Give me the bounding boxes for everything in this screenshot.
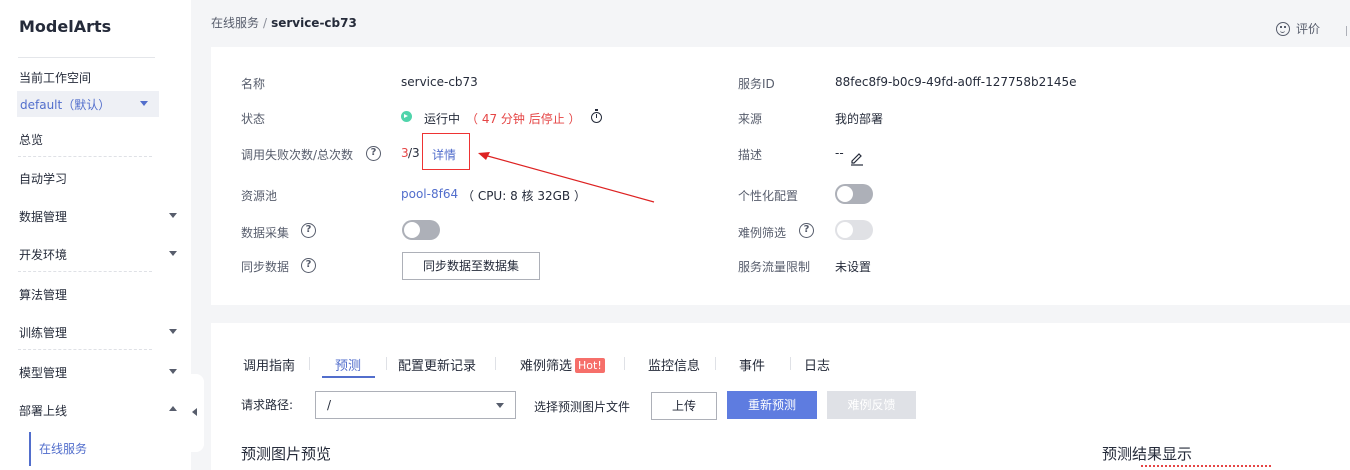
- sidebar-item-model-management[interactable]: 模型管理: [19, 364, 152, 381]
- breadcrumb-parent-link[interactable]: 在线服务: [211, 16, 259, 30]
- hot-badge: Hot!: [575, 358, 605, 373]
- tab-events[interactable]: 事件: [739, 355, 765, 374]
- hard-example-toggle: [835, 220, 873, 240]
- hard-example-label: 难例筛选: [738, 226, 787, 240]
- source-label: 来源: [738, 112, 763, 126]
- chevron-down-icon[interactable]: [169, 213, 177, 218]
- sidebar-item-overview[interactable]: 总览: [19, 131, 152, 148]
- help-icon[interactable]: ?: [366, 146, 381, 161]
- name-label: 名称: [241, 77, 266, 91]
- service-id-label: 服务ID: [738, 77, 775, 91]
- sidebar-item-auto-learning[interactable]: 自动学习: [19, 170, 152, 187]
- request-path-value: /: [327, 398, 332, 412]
- feedback-button[interactable]: 评价: [1276, 20, 1320, 37]
- tab-config-history[interactable]: 配置更新记录: [398, 355, 476, 374]
- divider: [495, 357, 496, 370]
- data-collection-toggle[interactable]: [402, 220, 440, 240]
- chevron-up-icon[interactable]: [169, 406, 177, 411]
- divider: [715, 357, 716, 370]
- workspace-value: default（默认）: [20, 98, 111, 112]
- tab-hard-example-label: 难例筛选: [520, 359, 573, 374]
- source-value: 我的部署: [835, 112, 884, 126]
- sidebar-item-deployment[interactable]: 部署上线: [19, 402, 152, 419]
- sidebar-item-data-management[interactable]: 数据管理: [19, 208, 152, 225]
- divider: [1346, 26, 1347, 36]
- preview-title: 预测图片预览: [241, 445, 332, 463]
- help-icon[interactable]: ?: [799, 223, 814, 238]
- edit-icon[interactable]: [849, 150, 865, 166]
- help-icon[interactable]: ?: [301, 258, 316, 273]
- resource-pool-link[interactable]: pool-8f64: [401, 187, 458, 201]
- traffic-limit-value: 未设置: [835, 260, 872, 274]
- workspace-select[interactable]: default（默认）: [17, 91, 159, 117]
- description-value: --: [835, 146, 844, 160]
- sidebar-item-online-service[interactable]: 在线服务: [39, 440, 87, 457]
- annotation-box: [422, 133, 470, 170]
- active-indicator: [29, 432, 31, 466]
- divider: [309, 357, 310, 370]
- divider: [18, 57, 155, 58]
- breadcrumb: 在线服务 / service-cb73: [211, 14, 357, 31]
- tab-guide[interactable]: 调用指南: [243, 355, 295, 374]
- divider: [386, 357, 387, 370]
- breadcrumb-separator: /: [263, 16, 268, 30]
- description-label: 描述: [738, 148, 763, 162]
- divider: [18, 349, 152, 350]
- resource-pool-spec: （ CPU: 8 核 32GB ）: [462, 189, 586, 203]
- tab-predict[interactable]: 预测: [335, 355, 361, 374]
- divider: [624, 357, 625, 370]
- running-status-icon: [401, 111, 412, 122]
- workspace-label: 当前工作空间: [19, 71, 92, 85]
- sidebar: ModelArts 当前工作空间 default（默认） 总览 自动学习 数据管…: [0, 0, 191, 470]
- upload-button[interactable]: 上传: [651, 392, 717, 420]
- error-text-fragment: [1141, 465, 1271, 470]
- sidebar-item-training-management[interactable]: 训练管理: [19, 324, 152, 341]
- chevron-down-icon[interactable]: [169, 329, 177, 334]
- hard-example-feedback-button: 难例反馈: [827, 391, 916, 419]
- chevron-down-icon: [496, 403, 504, 408]
- personalization-label: 个性化配置: [738, 189, 799, 203]
- repredict-button[interactable]: 重新预测: [727, 391, 817, 419]
- divider: [18, 271, 152, 272]
- tab-logs[interactable]: 日志: [804, 355, 830, 374]
- service-id-value: 88fec8f9-b0c9-49fd-a0ff-127758b2145e: [835, 75, 1077, 89]
- total-count-value: /3: [408, 146, 420, 160]
- status-value: 运行中: [424, 112, 461, 126]
- sidebar-collapse-button[interactable]: [188, 374, 204, 452]
- smile-icon: [1276, 22, 1290, 36]
- breadcrumb-current: service-cb73: [271, 16, 357, 30]
- tab-hard-example[interactable]: 难例筛选 Hot!: [520, 355, 605, 374]
- divider: [790, 357, 791, 370]
- chevron-down-icon[interactable]: [169, 369, 177, 374]
- status-label: 状态: [241, 112, 266, 126]
- sidebar-item-dev-environment[interactable]: 开发环境: [19, 246, 152, 263]
- chevron-down-icon: [140, 101, 148, 106]
- sync-to-dataset-button[interactable]: 同步数据至数据集: [402, 252, 540, 280]
- tab-monitoring[interactable]: 监控信息: [648, 355, 700, 374]
- chevron-left-icon: [192, 408, 197, 416]
- chevron-down-icon[interactable]: [169, 251, 177, 256]
- data-collection-label: 数据采集: [241, 226, 290, 240]
- active-tab-indicator: [322, 376, 375, 378]
- select-file-label: 选择预测图片文件: [534, 400, 631, 414]
- fail-count-label: 调用失败次数/总次数: [241, 148, 354, 162]
- timer-icon[interactable]: [591, 109, 602, 123]
- help-icon[interactable]: ?: [301, 223, 316, 238]
- personalization-toggle[interactable]: [835, 184, 873, 204]
- resource-pool-label: 资源池: [241, 189, 278, 203]
- request-path-label: 请求路径:: [241, 398, 294, 412]
- feedback-label: 评价: [1296, 22, 1321, 36]
- sync-data-label: 同步数据: [241, 260, 290, 274]
- name-value: service-cb73: [401, 75, 478, 89]
- stop-countdown: （ 47 分钟 后停止 ）: [466, 112, 581, 126]
- divider: [18, 156, 152, 157]
- traffic-limit-label: 服务流量限制: [738, 260, 811, 274]
- request-path-select[interactable]: /: [315, 391, 516, 419]
- sidebar-item-algorithm-management[interactable]: 算法管理: [19, 286, 152, 303]
- result-title: 预测结果显示: [1102, 445, 1193, 463]
- brand-title: ModelArts: [19, 17, 112, 36]
